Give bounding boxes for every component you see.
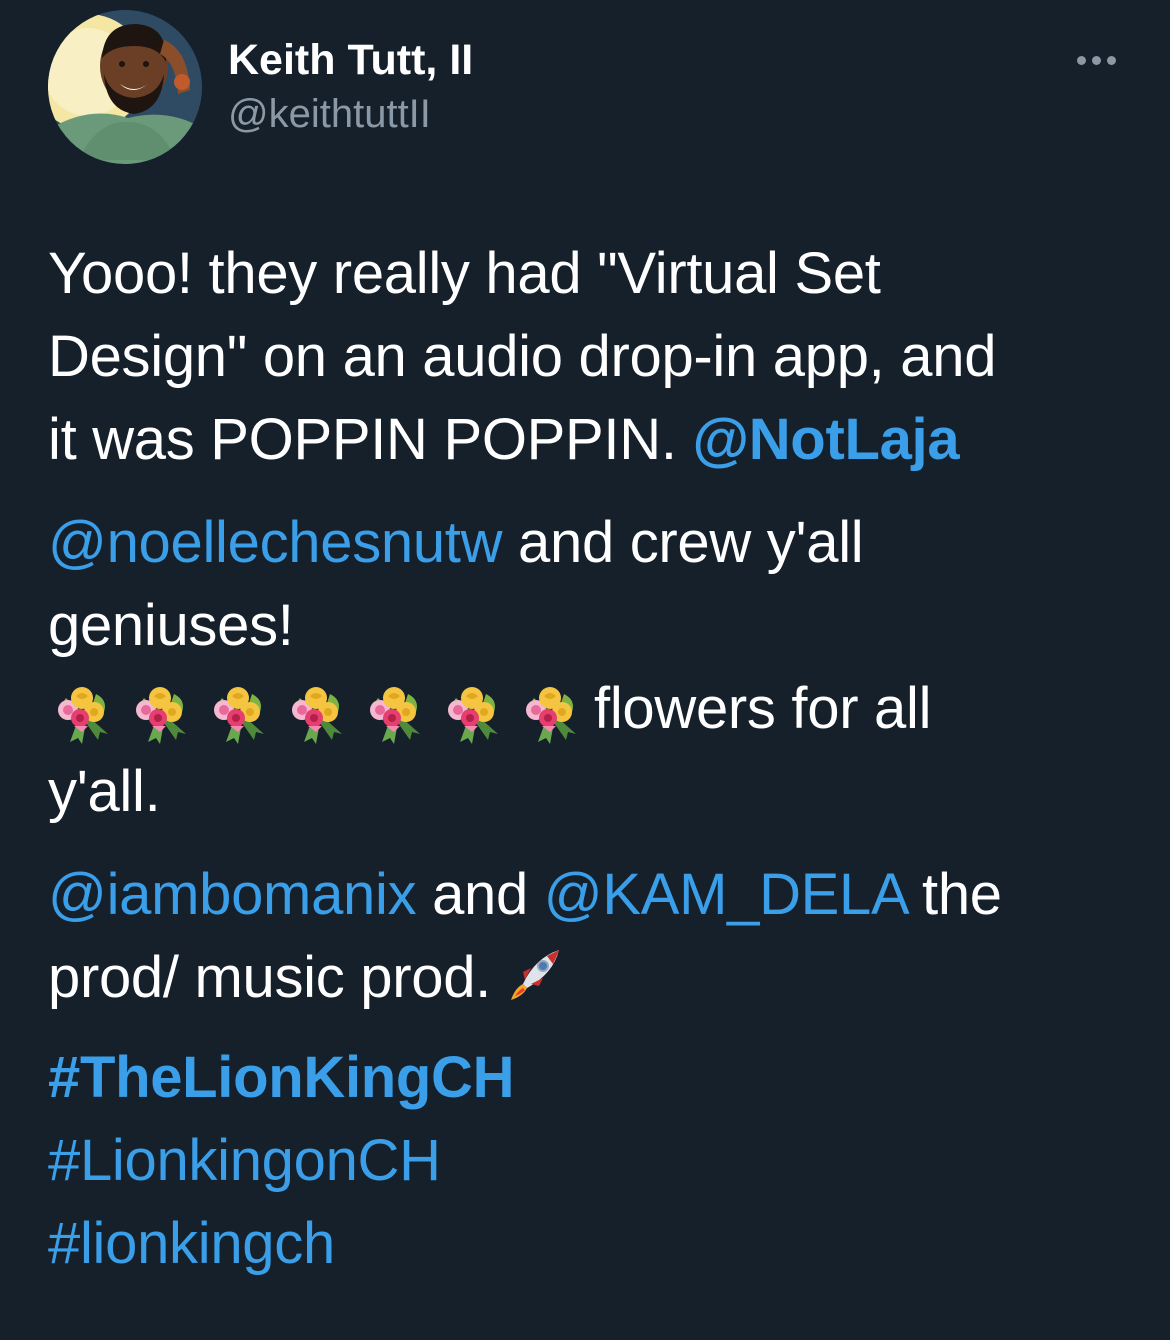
author-name[interactable]: Keith Tutt, II [228, 34, 473, 86]
bouquet-emoji [204, 680, 270, 746]
tweet-line: Yooo! they really had "Virtual Set [48, 241, 881, 306]
mention-kam-dela[interactable]: @KAM_DELA [544, 862, 907, 927]
hashtag-lionkingonch[interactable]: #LionkingonCH [48, 1128, 441, 1193]
tweet-text-fragment: and crew y'all [502, 510, 864, 575]
tweet-paragraph: Yooo! they really had "Virtual Set Desig… [48, 232, 1138, 481]
tweet-text-fragment: geniuses! [48, 593, 294, 658]
tweet-paragraph: #TheLionKingCH #LionkingonCH #lionkingch [48, 1036, 1138, 1285]
tweet-text-fragment: the [906, 862, 1002, 928]
tweet-paragraph: @iambomanix and @KAM_DELA the prod/ musi… [48, 853, 1138, 1019]
bouquet-emoji [360, 680, 426, 746]
mention-iambomanix[interactable]: @iambomanix [48, 862, 417, 927]
avatar[interactable] [48, 10, 202, 164]
mention-noellechesnutw[interactable]: @noellechesnutw [48, 510, 503, 575]
bouquet-emoji [48, 680, 114, 746]
more-icon[interactable] [1068, 46, 1124, 74]
tweet-text-fragment: y'all. [48, 759, 161, 825]
author-handle[interactable]: @keithtuttII [228, 90, 431, 138]
tweet-text-fragment: and [416, 862, 544, 928]
bouquet-emoji-row [48, 667, 594, 750]
bouquet-emoji [282, 680, 348, 746]
bouquet-emoji [126, 680, 192, 746]
tweet-text-fragment: flowers for all [594, 676, 932, 741]
more-dot [1076, 55, 1086, 65]
hashtag-thelionkingch[interactable]: #TheLionKingCH [48, 1045, 515, 1110]
mention-notlaja[interactable]: @NotLaja [692, 407, 959, 472]
tweet-text-fragment: prod/ music prod. [48, 945, 491, 1011]
avatar-image [48, 10, 202, 164]
more-dot [1106, 55, 1116, 65]
bouquet-emoji [438, 680, 504, 746]
tweet-text: Yooo! they really had "Virtual Set Desig… [48, 232, 1138, 1285]
tweet-paragraph: @noellechesnutw and crew y'all geniuses!… [48, 501, 1138, 833]
bouquet-emoji [516, 680, 582, 746]
hashtag-lionkingch[interactable]: #lionkingch [48, 1211, 335, 1276]
more-dot [1091, 55, 1101, 65]
rocket-emoji [501, 942, 569, 1010]
tweet-line: Design" on an audio drop-in app, and [48, 324, 997, 389]
tweet-line: it was POPPIN POPPIN. [48, 407, 693, 472]
